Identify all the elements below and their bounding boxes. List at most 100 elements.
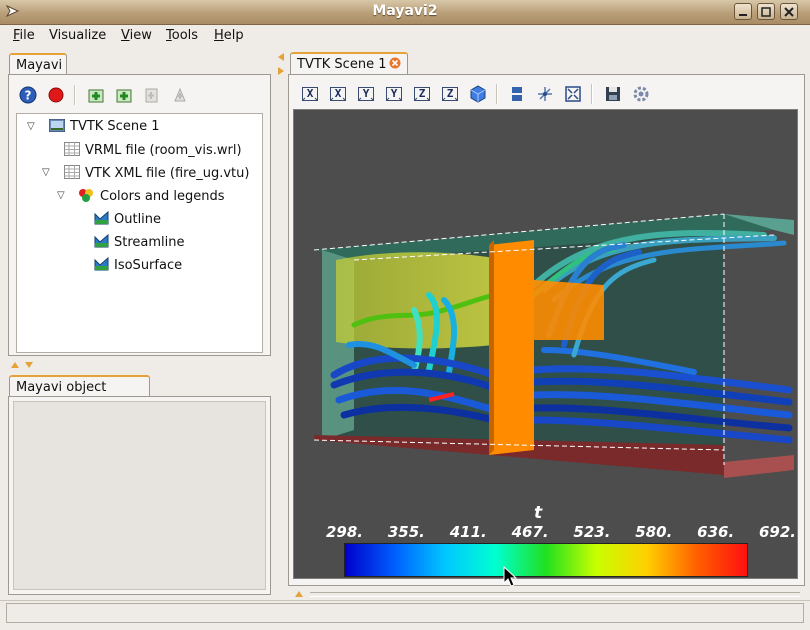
menu-view-label: iew — [129, 28, 152, 43]
menu-view-mnemonic: V — [121, 28, 130, 43]
menu-bar: File Visualize View Tools Help — [0, 25, 810, 47]
file-icon — [64, 142, 80, 156]
tab-tvtk-scene-label: TVTK Scene 1 — [297, 57, 387, 72]
title-bar[interactable]: Mayavi2 — [0, 0, 810, 25]
toolbar-separator — [74, 85, 76, 105]
scene-3d-view[interactable]: t 298. 355. 411. 467. 523. 580. 636. 692. — [293, 109, 798, 579]
status-field — [6, 603, 804, 623]
module-icon — [94, 211, 109, 225]
close-tab-icon[interactable] — [389, 57, 401, 69]
parallel-projection-icon[interactable] — [507, 84, 527, 104]
view-minus-x-icon[interactable]: X — [300, 84, 320, 104]
close-icon — [784, 7, 794, 17]
menu-help[interactable]: Help — [214, 28, 244, 43]
floor-edge — [724, 455, 794, 478]
menu-tools[interactable]: Tools — [166, 28, 198, 43]
tree-item-vrml-label: VRML file (room_vis.wrl) — [85, 143, 242, 158]
colorbar-tick-label: 411. — [449, 523, 487, 541]
colorbar-tick-label: 523. — [573, 523, 611, 541]
menu-file[interactable]: File — [13, 28, 35, 43]
menu-visualize[interactable]: Visualize — [49, 28, 106, 43]
add-filter-icon — [145, 88, 158, 103]
menu-visualize-label: Visualize — [49, 28, 107, 43]
view-minus-x-label: X — [306, 87, 314, 100]
colorbar-tick-label: 580. — [635, 523, 673, 541]
configure-icon[interactable] — [631, 84, 651, 104]
colorbar-title: t — [534, 503, 543, 523]
wall-pillar-side — [489, 240, 494, 455]
scene-icon — [49, 119, 65, 132]
save-icon[interactable] — [603, 84, 623, 104]
module-icon — [94, 234, 109, 248]
tab-mayavi[interactable]: Mayavi — [9, 53, 67, 75]
bottom-splitter-handle-icon[interactable] — [294, 590, 304, 598]
svg-text:?: ? — [25, 89, 32, 103]
tab-mayavi-label: Mayavi — [16, 58, 63, 73]
colorbar-tick-label: 355. — [387, 523, 425, 541]
view-plus-z-icon[interactable]: Z — [440, 84, 460, 104]
module-icon — [94, 257, 109, 271]
menu-help-label: elp — [223, 28, 244, 43]
object-editor-area — [13, 401, 266, 590]
maximize-icon — [761, 7, 771, 17]
vertical-splitter-handle-icon[interactable] — [277, 52, 285, 80]
window-title: Mayavi2 — [372, 3, 438, 19]
toolbar-separator — [591, 84, 593, 104]
tab-object-editor[interactable]: Mayavi object editor — [9, 375, 150, 410]
tree-item-streamline-label: Streamline — [114, 235, 185, 250]
file-icon — [64, 165, 80, 179]
tree-item-outline[interactable]: Outline — [94, 211, 161, 227]
fullscreen-icon[interactable] — [563, 84, 583, 104]
maximize-button[interactable] — [757, 3, 775, 20]
expander-scene[interactable]: ▽ — [27, 121, 35, 132]
tree-item-isosurface-label: IsoSurface — [114, 258, 183, 273]
colorbar-tick-label: 467. — [511, 523, 549, 541]
axes-icon[interactable] — [535, 84, 555, 104]
splitter-handle-icon[interactable] — [10, 361, 38, 369]
colorbar-tick-label: 636. — [697, 523, 735, 541]
view-plus-y-label: Y — [390, 87, 398, 100]
colorbar-tick-label: 692. — [759, 523, 797, 541]
object-editor-panel — [8, 396, 271, 595]
view-plus-y-icon[interactable]: Y — [384, 84, 404, 104]
isometric-view-icon[interactable] — [468, 84, 488, 104]
tree-item-outline-label: Outline — [114, 212, 162, 227]
view-minus-z-label: Z — [418, 87, 426, 100]
tree-item-scene-label: TVTK Scene 1 — [70, 119, 160, 134]
view-plus-x-icon[interactable]: X — [328, 84, 348, 104]
tree-item-colors-legends[interactable]: Colors and legends — [78, 188, 225, 204]
close-button[interactable] — [780, 3, 798, 20]
tab-tvtk-scene[interactable]: TVTK Scene 1 — [290, 52, 408, 75]
add-source-icon[interactable] — [114, 85, 134, 105]
wall-segment — [534, 280, 604, 340]
menu-tools-label: ools — [171, 28, 199, 43]
help-icon[interactable]: ? — [18, 85, 38, 105]
minimize-icon — [739, 14, 747, 16]
colors-icon — [79, 189, 93, 202]
view-minus-y-label: Y — [362, 87, 370, 100]
minimize-button[interactable] — [734, 3, 752, 20]
view-plus-z-label: Z — [446, 87, 454, 100]
menu-view[interactable]: View — [121, 28, 152, 43]
tree-item-scene[interactable]: TVTK Scene 1 — [49, 119, 159, 134]
add-scene-icon[interactable] — [86, 85, 106, 105]
tree-item-vrml[interactable]: VRML file (room_vis.wrl) — [64, 142, 242, 158]
tree-item-vtk-file-label: VTK XML file (fire_ug.vtu) — [85, 166, 250, 181]
bottom-splitter[interactable] — [310, 592, 800, 597]
view-plus-x-label: X — [334, 87, 342, 100]
expander-vtk-file[interactable]: ▽ — [42, 167, 50, 178]
record-icon[interactable] — [46, 85, 66, 105]
tree-item-colors-legends-label: Colors and legends — [100, 189, 225, 204]
colorbar — [344, 543, 748, 577]
tree-item-streamline[interactable]: Streamline — [94, 234, 185, 250]
expander-colors[interactable]: ▽ — [57, 190, 65, 201]
wall-pillar — [489, 240, 534, 455]
add-module-icon — [174, 87, 186, 102]
colorbar-tick-label: 298. — [326, 523, 364, 541]
toolbar-separator — [496, 84, 498, 104]
tree-item-vtk-file[interactable]: VTK XML file (fire_ug.vtu) — [64, 165, 249, 181]
tree-item-isosurface[interactable]: IsoSurface — [94, 257, 182, 273]
view-minus-y-icon[interactable]: Y — [356, 84, 376, 104]
view-minus-z-icon[interactable]: Z — [412, 84, 432, 104]
menu-help-mnemonic: H — [214, 28, 224, 43]
